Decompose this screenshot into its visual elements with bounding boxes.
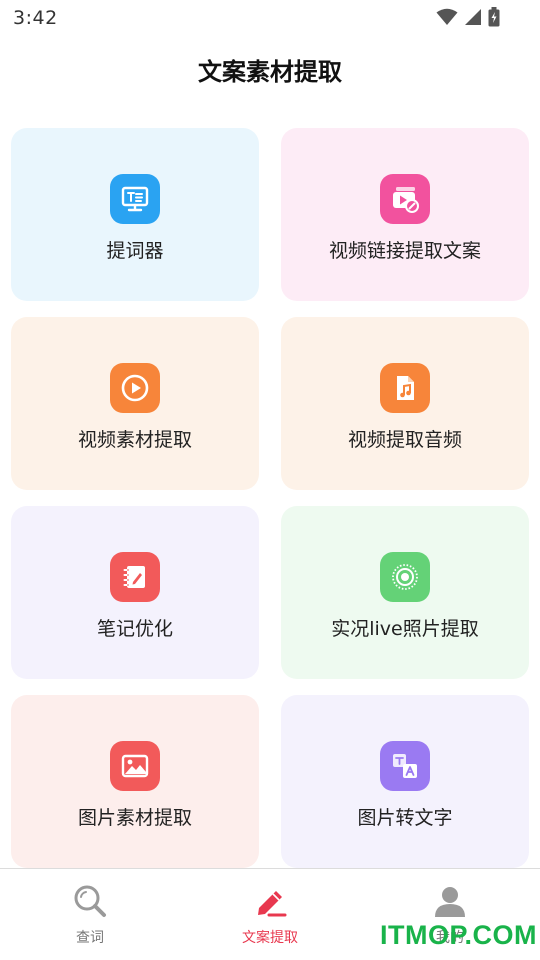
music-file-icon (380, 363, 430, 413)
card-teleprompter[interactable]: 提词器 (11, 128, 259, 301)
card-live-photo-extract[interactable]: 实况live照片提取 (281, 506, 529, 679)
cellular-signal-icon (464, 8, 482, 26)
battery-icon (488, 7, 500, 27)
status-bar: 3:42 (0, 0, 540, 36)
nav-label: 查词 (76, 930, 104, 946)
card-image-to-text[interactable]: 图片转文字 (281, 695, 529, 868)
card-note-optimize[interactable]: 笔记优化 (11, 506, 259, 679)
card-video-extract-audio[interactable]: 视频提取音频 (281, 317, 529, 490)
user-icon (432, 883, 468, 919)
card-label: 图片素材提取 (77, 807, 192, 829)
card-label: 提词器 (106, 240, 164, 262)
card-label: 视频链接提取文案 (328, 240, 481, 262)
notebook-icon (110, 552, 160, 602)
card-video-material-extract[interactable]: 视频素材提取 (11, 317, 259, 490)
card-label: 图片转文字 (357, 807, 453, 829)
watermark: ITMOP.COM (380, 920, 538, 950)
live-photo-icon (380, 552, 430, 602)
status-icons (436, 7, 500, 27)
card-label: 视频提取音频 (347, 429, 462, 451)
card-image-material-extract[interactable]: 图片素材提取 (11, 695, 259, 868)
translate-icon (380, 741, 430, 791)
card-label: 实况live照片提取 (331, 618, 479, 640)
teleprompter-icon (110, 174, 160, 224)
play-icon (110, 363, 160, 413)
card-label: 视频素材提取 (77, 429, 192, 451)
nav-label: 文案提取 (242, 930, 298, 946)
pen-icon (252, 883, 288, 919)
tab-copy-extract[interactable]: 文案提取 (180, 869, 360, 960)
page-title: 文案素材提取 (198, 58, 342, 86)
image-icon (110, 741, 160, 791)
video-link-icon (380, 174, 430, 224)
card-video-link-extract[interactable]: 视频链接提取文案 (281, 128, 529, 301)
wifi-icon (436, 8, 458, 26)
search-icon (72, 883, 108, 919)
tab-search-words[interactable]: 查词 (0, 869, 180, 960)
card-label: 笔记优化 (96, 618, 173, 640)
status-time: 3:42 (13, 7, 58, 29)
